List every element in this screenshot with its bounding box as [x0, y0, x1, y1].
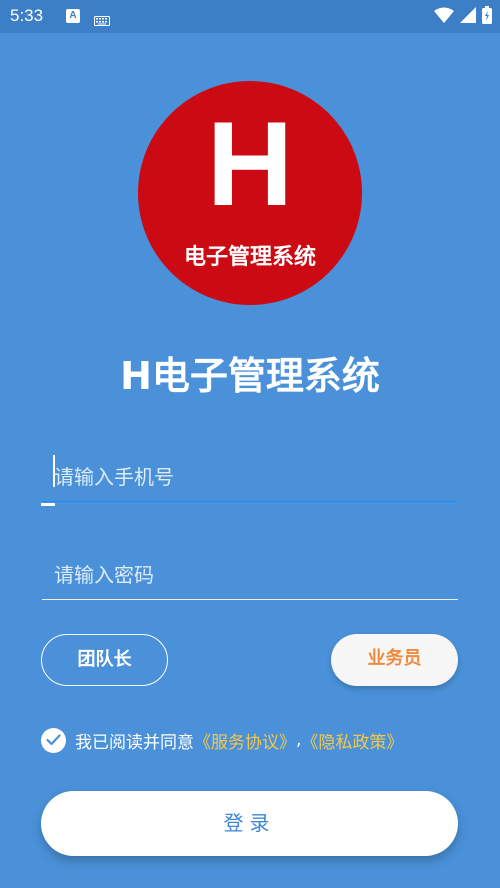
logo-caption: 电子管理系统	[183, 245, 316, 270]
cursor-handle[interactable]	[41, 503, 55, 506]
battery-icon	[482, 6, 492, 28]
agreement-checkbox[interactable]	[41, 727, 66, 753]
phone-input[interactable]	[42, 452, 458, 501]
text-caret	[53, 455, 55, 487]
agreement-row: 我已阅读并同意 《服务协议》 , 《隐私政策》	[41, 727, 403, 753]
password-input[interactable]	[42, 550, 458, 599]
status-time: 5:33	[10, 6, 44, 25]
app-logo: H 电子管理系统	[138, 81, 362, 305]
logo-letter: H	[206, 97, 294, 231]
check-icon	[46, 734, 61, 746]
keyboard-icon	[94, 11, 110, 30]
status-icons	[434, 6, 492, 28]
password-field[interactable]	[42, 550, 458, 600]
status-bar: 5:33 A	[0, 0, 500, 33]
team-leader-button[interactable]: 团队长	[41, 634, 168, 686]
a-icon: A	[66, 9, 80, 23]
phone-field[interactable]	[42, 452, 458, 502]
service-agreement-link[interactable]: 《服务协议》	[194, 728, 296, 753]
login-button[interactable]: 登录	[41, 791, 458, 856]
app-title: H电子管理系统	[120, 354, 380, 398]
signal-icon	[460, 7, 476, 27]
agreement-text: 我已阅读并同意	[75, 732, 194, 753]
wifi-icon	[434, 7, 454, 27]
salesperson-button[interactable]: 业务员	[331, 634, 458, 686]
privacy-policy-link[interactable]: 《隐私政策》	[301, 728, 403, 753]
